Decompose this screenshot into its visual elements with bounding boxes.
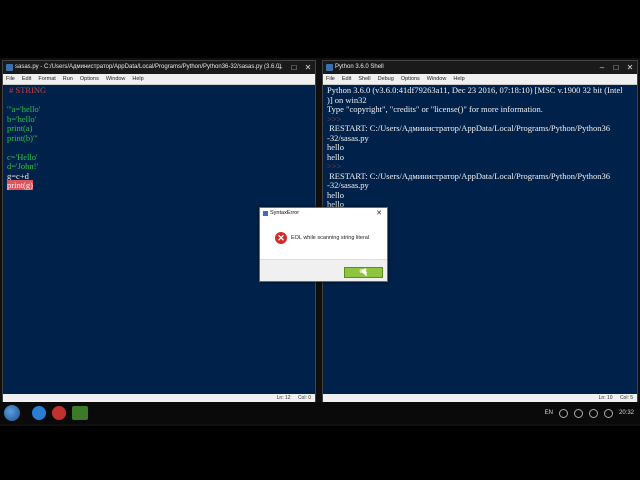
close-icon[interactable]: ✕ xyxy=(376,208,382,219)
code-line: '''a='hello' xyxy=(7,104,41,114)
minimize-icon[interactable]: – xyxy=(273,61,287,74)
code-line: print(g) xyxy=(7,180,33,190)
status-line: Ln: 10 xyxy=(598,395,613,401)
opera-icon[interactable] xyxy=(52,406,66,420)
shell-line: RESTART: C:/Users/Администратор/AppData/… xyxy=(327,123,610,133)
camtasia-icon[interactable] xyxy=(72,406,88,420)
network-icon[interactable] xyxy=(558,408,568,418)
status-line: Ln: 12 xyxy=(276,395,291,401)
python-file-icon xyxy=(6,64,13,71)
error-icon: ✕ xyxy=(275,232,287,244)
status-col: Col: 0 xyxy=(297,395,311,401)
editor-titlebar[interactable]: sasas.py - C:/Users/Администратор/AppDat… xyxy=(3,61,315,74)
menu-item-file[interactable]: File xyxy=(6,76,15,82)
speaker-icon[interactable] xyxy=(603,408,613,418)
menu-item-help[interactable]: Help xyxy=(453,76,464,82)
editor-title: sasas.py - C:/Users/Администратор/AppDat… xyxy=(15,64,282,70)
code-line: print(a) xyxy=(7,123,33,133)
dialog-titlebar[interactable]: SyntaxError ✕ xyxy=(260,208,387,219)
system-tray: EN 20:32 xyxy=(545,402,634,424)
menu-item-window[interactable]: Window xyxy=(106,76,126,82)
menu-item-run[interactable]: Run xyxy=(63,76,73,82)
dialog-title: SyntaxError xyxy=(270,210,300,216)
maximize-icon[interactable]: □ xyxy=(287,61,301,74)
dialog-body: ✕ EOL while scanning string literal xyxy=(260,219,387,260)
clock[interactable]: 20:32 xyxy=(619,402,634,424)
shell-line: Python 3.6.0 (v3.6.0:41df79263a11, Dec 2… xyxy=(327,85,623,95)
shell-line: hello xyxy=(327,151,344,162)
shell-menubar: File Edit Shell Debug Options Window Help xyxy=(323,74,637,85)
code-line: # STRING xyxy=(7,85,47,95)
menu-item-options[interactable]: Options xyxy=(80,76,99,82)
shell-line: -32/sasas.py xyxy=(327,180,369,190)
maximize-icon[interactable]: □ xyxy=(609,61,623,74)
menu-item-edit[interactable]: Edit xyxy=(22,76,31,82)
menu-item-shell[interactable]: Shell xyxy=(358,76,370,82)
menu-item-help[interactable]: Help xyxy=(132,76,143,82)
code-line: print(b)''' xyxy=(7,132,38,143)
app-icon xyxy=(263,211,268,216)
menu-item-window[interactable]: Window xyxy=(427,76,447,82)
flag-icon[interactable] xyxy=(588,408,598,418)
syntax-error-dialog: SyntaxError ✕ ✕ EOL while scanning strin… xyxy=(259,207,388,282)
code-line: c='Hello' xyxy=(7,151,38,162)
shell-line: RESTART: C:/Users/Администратор/AppData/… xyxy=(327,170,610,181)
shell-title: Python 3.6.0 Shell xyxy=(335,64,384,70)
close-icon[interactable]: ✕ xyxy=(301,61,315,74)
shell-titlebar[interactable]: Python 3.6.0 Shell – □ ✕ xyxy=(323,61,637,74)
editor-menubar: File Edit Format Run Options Window Help xyxy=(3,74,315,85)
shell-line: hello xyxy=(327,142,344,152)
shell-line: -32/sasas.py xyxy=(327,132,369,143)
internet-explorer-icon[interactable] xyxy=(32,406,46,420)
close-icon[interactable]: ✕ xyxy=(623,61,637,74)
volume-icon[interactable] xyxy=(573,408,583,418)
menu-item-debug[interactable]: Debug xyxy=(378,76,394,82)
error-message: EOL while scanning string literal xyxy=(291,235,370,241)
shell-line: Type "copyright", "credits" or "license(… xyxy=(327,104,543,114)
menu-item-options[interactable]: Options xyxy=(401,76,420,82)
menu-item-file[interactable]: File xyxy=(326,76,335,82)
python-shell-icon xyxy=(326,64,333,71)
status-col: Col: 5 xyxy=(619,395,633,401)
start-button[interactable] xyxy=(4,405,20,421)
menu-item-format[interactable]: Format xyxy=(38,76,55,82)
taskbar: EN 20:32 xyxy=(0,402,640,424)
window-controls: – □ ✕ xyxy=(595,61,637,74)
window-controls: – □ ✕ xyxy=(273,61,315,74)
code-line: d='John!' xyxy=(7,161,38,171)
code-line: g=c+d xyxy=(7,170,29,181)
language-indicator[interactable]: EN xyxy=(545,402,553,424)
minimize-icon[interactable]: – xyxy=(595,61,609,74)
menu-item-edit[interactable]: Edit xyxy=(342,76,351,82)
shell-line: hello xyxy=(327,189,344,200)
code-line: b='hello' xyxy=(7,113,37,124)
